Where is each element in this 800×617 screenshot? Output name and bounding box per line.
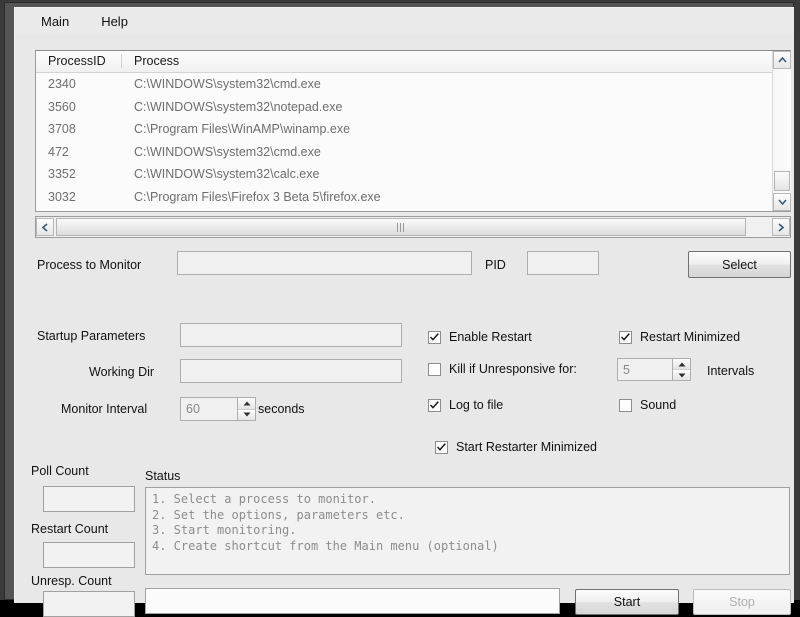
checkmark-icon: [435, 440, 448, 454]
table-row[interactable]: 2340 C:\WINDOWS\system32\cmd.exe: [36, 73, 790, 96]
scroll-left-icon[interactable]: [36, 218, 54, 236]
cell-processid: 3560: [48, 99, 76, 114]
pid-input[interactable]: [527, 251, 599, 275]
checkbox-sound[interactable]: Sound: [619, 398, 676, 412]
checkbox-kill-if-unresponsive[interactable]: Kill if Unresponsive for:: [428, 362, 577, 376]
pid-label: PID: [485, 258, 506, 272]
table-row[interactable]: 3352 C:\WINDOWS\system32\calc.exe: [36, 163, 790, 186]
monitor-interval-stepper[interactable]: 60: [180, 397, 256, 421]
checkbox-label: Start Restarter Minimized: [456, 440, 598, 454]
table-row[interactable]: 3708 C:\Program Files\WinAMP\winamp.exe: [36, 118, 790, 141]
unresp-count-input[interactable]: [43, 591, 135, 617]
footer-input[interactable]: [145, 588, 560, 614]
scroll-up-icon[interactable]: [773, 51, 791, 69]
horizontal-scrollbar-thumb[interactable]: [56, 218, 746, 236]
poll-count-input[interactable]: [43, 486, 135, 512]
cell-process-path: C:\WINDOWS\system32\calc.exe: [134, 167, 320, 182]
checkmark-icon: [428, 398, 441, 412]
seconds-label: seconds: [258, 402, 305, 416]
working-dir-input[interactable]: [180, 359, 402, 383]
working-dir-label: Working Dir: [89, 365, 155, 379]
application-window: Main Help ProcessID Process 2340 C:\WIND…: [0, 0, 800, 617]
status-textarea[interactable]: 1. Select a process to monitor. 2. Set t…: [145, 487, 790, 575]
cell-process-path: C:\WINDOWS\system32\cmd.exe: [134, 144, 321, 159]
kill-intervals-value[interactable]: 5: [617, 358, 672, 381]
cell-processid: 2340: [48, 77, 76, 92]
checkbox-log-to-file[interactable]: Log to file: [428, 398, 503, 412]
checkbox-label: Log to file: [449, 398, 504, 412]
table-row[interactable]: 3560 C:\WINDOWS\system32\notepad.exe: [36, 96, 790, 119]
restart-count-label: Restart Count: [31, 522, 109, 536]
checkbox-enable-restart[interactable]: Enable Restart: [428, 330, 532, 344]
process-list[interactable]: ProcessID Process 2340 C:\WINDOWS\system…: [35, 50, 791, 212]
process-to-monitor-input[interactable]: [177, 251, 472, 275]
window-client-area: Main Help ProcessID Process 2340 C:\WIND…: [14, 7, 794, 617]
column-header-process[interactable]: Process: [122, 51, 322, 72]
startup-parameters-input[interactable]: [180, 323, 402, 347]
checkmark-icon: [428, 330, 441, 344]
kill-intervals-spin-buttons[interactable]: [672, 358, 691, 381]
checkbox-label: Restart Minimized: [640, 330, 741, 344]
checkbox-label: Enable Restart: [449, 330, 532, 344]
process-list-vertical-scrollbar[interactable]: [772, 51, 791, 211]
spinner-up-icon[interactable]: [238, 398, 255, 410]
monitor-interval-label: Monitor Interval: [61, 402, 148, 416]
status-label: Status: [145, 469, 181, 483]
process-list-body: 2340 C:\WINDOWS\system32\cmd.exe 3560 C:…: [36, 73, 790, 211]
poll-count-label: Poll Count: [31, 464, 89, 478]
menu-bar: Main Help: [15, 8, 794, 34]
process-list-horizontal-scrollbar[interactable]: [35, 216, 791, 238]
menu-item-help[interactable]: Help: [91, 11, 138, 32]
start-button[interactable]: Start: [575, 589, 679, 615]
select-button[interactable]: Select: [688, 251, 791, 278]
monitor-interval-spin-buttons[interactable]: [237, 397, 256, 421]
restart-count-input[interactable]: [43, 542, 135, 568]
checkbox-label: Sound: [640, 398, 677, 412]
process-to-monitor-label: Process to Monitor: [37, 258, 142, 272]
window-frame: Main Help ProcessID Process 2340 C:\WIND…: [4, 2, 794, 617]
spinner-down-icon[interactable]: [673, 370, 690, 380]
unresp-count-label: Unresp. Count: [31, 574, 112, 588]
vertical-scrollbar-thumb[interactable]: [774, 171, 790, 191]
cell-process-path: C:\WINDOWS\system32\cmd.exe: [134, 77, 321, 92]
checkbox-restart-minimized[interactable]: Restart Minimized: [619, 330, 740, 344]
process-list-header: ProcessID Process: [36, 51, 790, 73]
menu-item-main[interactable]: Main: [31, 11, 79, 32]
stop-button[interactable]: Stop: [693, 589, 791, 615]
table-row[interactable]: 472 C:\WINDOWS\system32\cmd.exe: [36, 141, 790, 164]
cell-processid: 3032: [48, 189, 76, 204]
checkbox-label: Kill if Unresponsive for:: [449, 362, 577, 376]
spinner-up-icon[interactable]: [673, 359, 690, 370]
cell-process-path: C:\Program Files\WinAMP\winamp.exe: [134, 122, 351, 137]
cell-process-path: C:\Program Files\Firefox 3 Beta 5\firefo…: [134, 189, 381, 204]
spinner-down-icon[interactable]: [238, 409, 255, 420]
checkbox-start-restarter-minimized[interactable]: Start Restarter Minimized: [435, 440, 597, 454]
cell-processid: 3352: [48, 167, 76, 182]
column-header-processid[interactable]: ProcessID: [36, 51, 122, 72]
cell-processid: 3708: [48, 122, 76, 137]
intervals-label: Intervals: [707, 364, 755, 378]
kill-intervals-stepper[interactable]: 5: [617, 358, 691, 381]
cell-processid: 472: [48, 144, 69, 159]
scrollbar-grip-icon: [396, 222, 406, 232]
empty-checkbox-icon: [619, 398, 632, 412]
empty-checkbox-icon: [428, 362, 441, 376]
monitor-interval-value[interactable]: 60: [180, 397, 237, 421]
cell-process-path: C:\WINDOWS\system32\notepad.exe: [134, 99, 343, 114]
scroll-right-icon[interactable]: [772, 218, 790, 236]
checkmark-icon: [619, 330, 632, 344]
startup-parameters-label: Startup Parameters: [37, 329, 146, 343]
scroll-down-icon[interactable]: [773, 193, 791, 211]
table-row[interactable]: 3032 C:\Program Files\Firefox 3 Beta 5\f…: [36, 186, 790, 209]
